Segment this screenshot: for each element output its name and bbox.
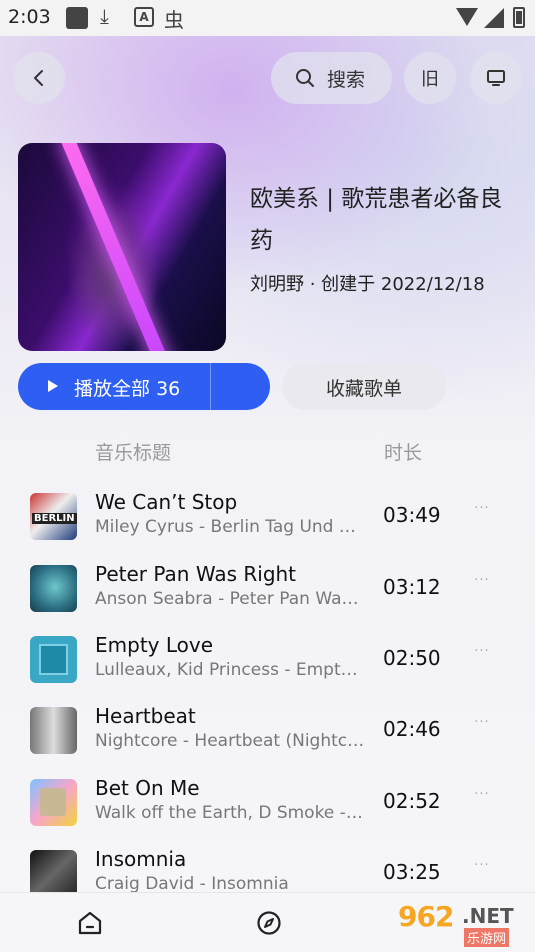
more-options-icon[interactable]: ··· — [466, 501, 498, 527]
favorite-playlist-button[interactable]: 收藏歌单 — [282, 363, 446, 410]
album-art-square — [39, 644, 68, 675]
album-art — [30, 779, 77, 826]
creator-name[interactable]: 刘明野 — [250, 274, 304, 295]
album-art — [30, 707, 77, 754]
album-art — [30, 565, 77, 612]
signal-icon — [484, 8, 504, 28]
column-title-header: 音乐标题 — [95, 442, 172, 464]
song-duration: 03:49 — [383, 503, 441, 527]
album-art — [30, 850, 77, 897]
text-a-icon: A — [134, 7, 154, 27]
song-duration: 03:25 — [383, 860, 441, 884]
app-screen: 2:03 ⤓ A 虫 搜索 旧 欧美系 | 歌荒患者必备良药 刘明野 · 创建于… — [0, 0, 535, 952]
song-artist-album: Craig David - Insomnia — [95, 874, 289, 894]
song-title: Bet On Me — [95, 776, 200, 800]
play-all-text: 播放全部 — [74, 378, 151, 400]
status-time: 2:03 — [8, 6, 51, 28]
tv-icon — [487, 70, 505, 86]
song-title: Empty Love — [95, 633, 214, 657]
chevron-left-icon — [34, 70, 43, 86]
notification-square-icon — [66, 7, 88, 29]
more-options-icon[interactable]: ··· — [466, 644, 498, 670]
song-row[interactable]: Heartbeat Nightcore - Heartbeat (Nightco… — [0, 704, 535, 778]
song-duration: 03:12 — [383, 575, 441, 599]
album-art-text: BERLIN — [32, 513, 77, 524]
album-art-computer — [40, 788, 66, 816]
song-artist-album: Lulleaux, Kid Princess - Empty Love — [95, 660, 365, 680]
play-icon — [48, 380, 58, 392]
album-art: BERLIN — [30, 493, 77, 540]
song-duration: 02:50 — [383, 646, 441, 670]
battery-icon — [513, 7, 525, 28]
playlist-meta: 刘明野 · 创建于 2022/12/18 — [250, 270, 485, 296]
old-version-button[interactable]: 旧 — [404, 52, 456, 104]
play-all-count: 36 — [156, 378, 181, 400]
song-duration: 02:52 — [383, 789, 441, 813]
song-title: Peter Pan Was Right — [95, 562, 297, 586]
more-options-icon[interactable]: ··· — [466, 573, 498, 599]
more-options-icon[interactable]: ··· — [466, 715, 498, 741]
search-label: 搜索 — [327, 69, 366, 91]
more-options-icon[interactable]: ··· — [466, 787, 498, 813]
song-duration: 02:46 — [383, 717, 441, 741]
compass-icon[interactable] — [256, 910, 282, 936]
wifi-icon — [456, 8, 478, 26]
site-watermark-logo: 962 .NET 乐游网 — [396, 900, 528, 947]
song-row[interactable]: BERLIN We Can’t Stop Miley Cyrus - Berli… — [0, 490, 535, 564]
bug-icon: 虫 — [164, 8, 184, 32]
download-icon: ⤓ — [100, 4, 109, 28]
song-row[interactable]: Peter Pan Was Right Anson Seabra - Peter… — [0, 562, 535, 636]
song-artist-album: Miley Cyrus - Berlin Tag Und Nacht — [95, 517, 365, 537]
old-version-label: 旧 — [421, 69, 439, 90]
more-options-icon[interactable]: ··· — [466, 858, 498, 884]
play-all-button[interactable]: 播放全部 36 — [18, 363, 270, 410]
status-bar: 2:03 ⤓ A 虫 — [0, 0, 535, 36]
song-title: We Can’t Stop — [95, 490, 238, 514]
watermark-number: 962 — [398, 900, 454, 933]
back-button[interactable] — [13, 52, 65, 104]
play-all-label: 播放全部 36 — [74, 374, 180, 401]
search-icon — [296, 69, 314, 87]
album-art — [30, 636, 77, 683]
search-button[interactable]: 搜索 — [271, 52, 392, 104]
playlist-title: 欧美系 | 歌荒患者必备良药 — [250, 186, 503, 254]
play-divider — [210, 363, 211, 410]
favorite-label: 收藏歌单 — [325, 378, 402, 400]
song-row[interactable]: Empty Love Lulleaux, Kid Princess - Empt… — [0, 633, 535, 707]
cast-button[interactable] — [470, 52, 522, 104]
song-title: Heartbeat — [95, 704, 196, 728]
home-icon[interactable] — [77, 910, 103, 936]
watermark-suffix: .NET — [462, 904, 514, 928]
column-duration-header: 时长 — [384, 442, 423, 464]
watermark-cn: 乐游网 — [464, 928, 510, 947]
created-date: · 创建于 2022/12/18 — [309, 274, 485, 295]
song-row[interactable]: Bet On Me Walk off the Earth, D Smoke - … — [0, 776, 535, 850]
song-artist-album: Anson Seabra - Peter Pan Was Right — [95, 589, 365, 609]
song-artist-album: Nightcore - Heartbeat (Nightcore) — [95, 731, 365, 751]
playlist-cover-image[interactable] — [18, 143, 226, 351]
song-title: Insomnia — [95, 847, 187, 871]
song-artist-album: Walk off the Earth, D Smoke - Bet On Me — [95, 803, 365, 823]
